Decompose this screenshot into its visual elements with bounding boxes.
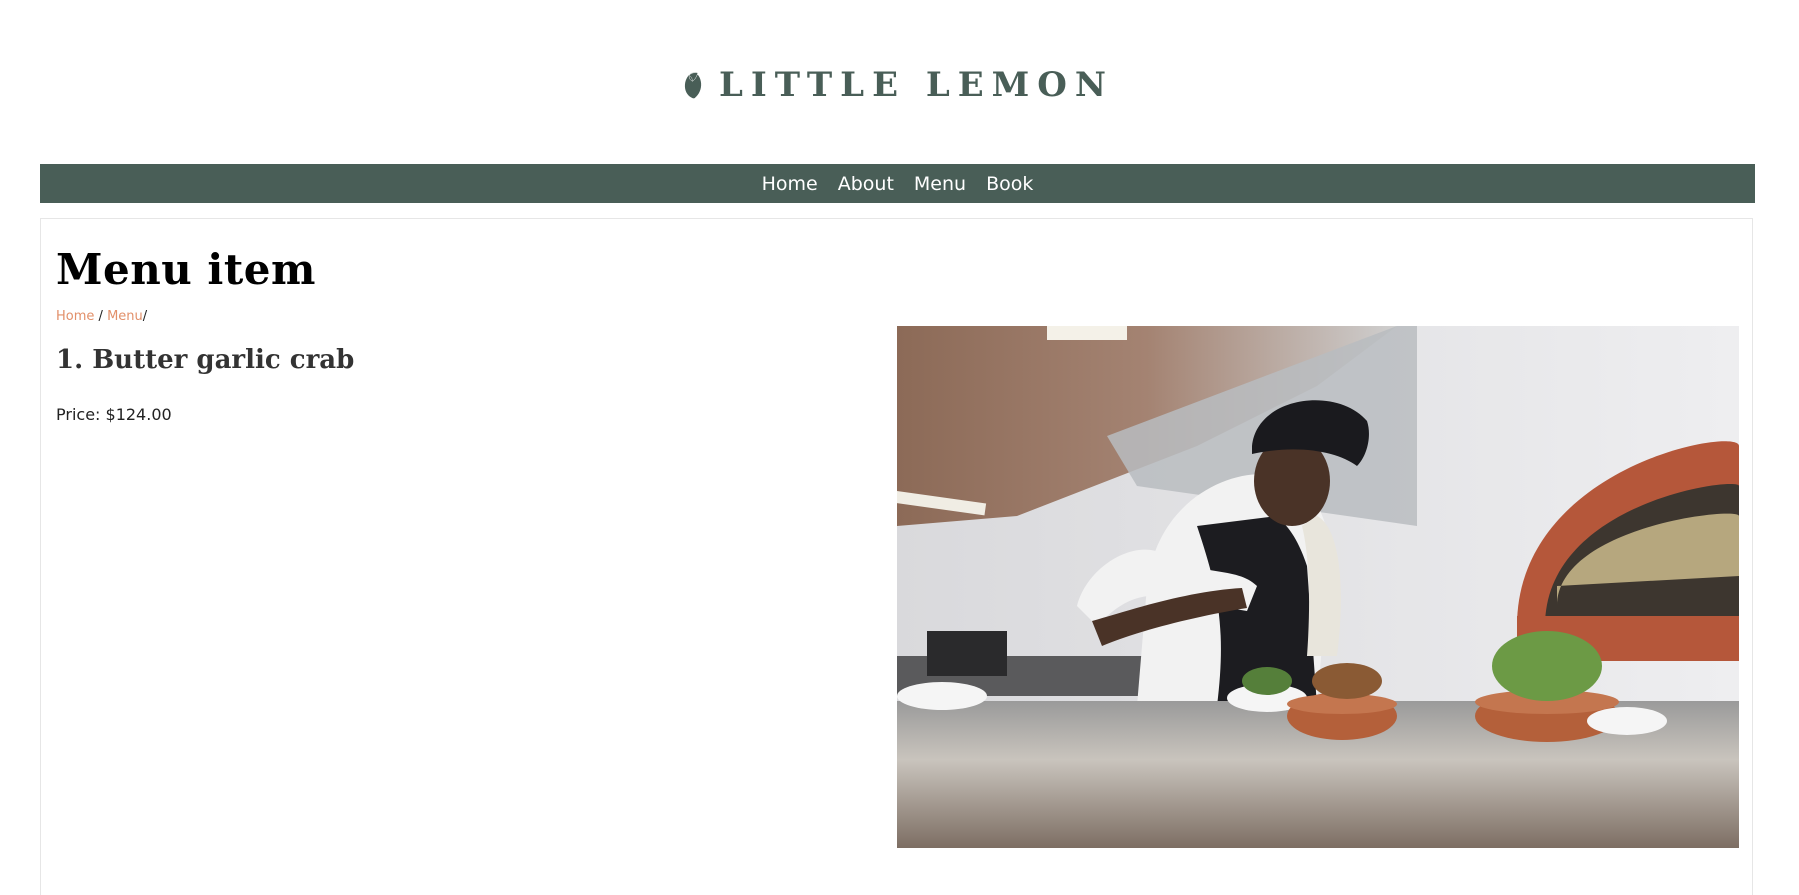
photo-illustration (897, 326, 1739, 848)
site-logo[interactable]: LITTLE LEMON (684, 25, 1114, 145)
breadcrumb-separator: / (98, 309, 103, 324)
page: LITTLE LEMON Home About Menu Book Menu i… (0, 0, 1799, 895)
nav-link-home[interactable]: Home (762, 173, 818, 195)
breadcrumb-menu-link[interactable]: Menu (107, 309, 143, 324)
main-nav: Home About Menu Book (40, 164, 1755, 203)
breadcrumb: Home / Menu/ (56, 309, 147, 324)
brand-name: LITTLE LEMON (718, 65, 1114, 105)
nav-link-about[interactable]: About (838, 173, 894, 195)
chef-plating-photo (897, 326, 1739, 848)
menu-item-title: 1. Butter garlic crab (56, 345, 355, 375)
breadcrumb-home-link[interactable]: Home (56, 309, 94, 324)
lemon-icon (684, 72, 702, 99)
menu-item-price: Price: $124.00 (56, 405, 172, 424)
page-title: Menu item (56, 245, 316, 294)
nav-link-menu[interactable]: Menu (914, 173, 966, 195)
breadcrumb-separator: / (142, 309, 148, 324)
nav-link-book[interactable]: Book (986, 173, 1033, 195)
